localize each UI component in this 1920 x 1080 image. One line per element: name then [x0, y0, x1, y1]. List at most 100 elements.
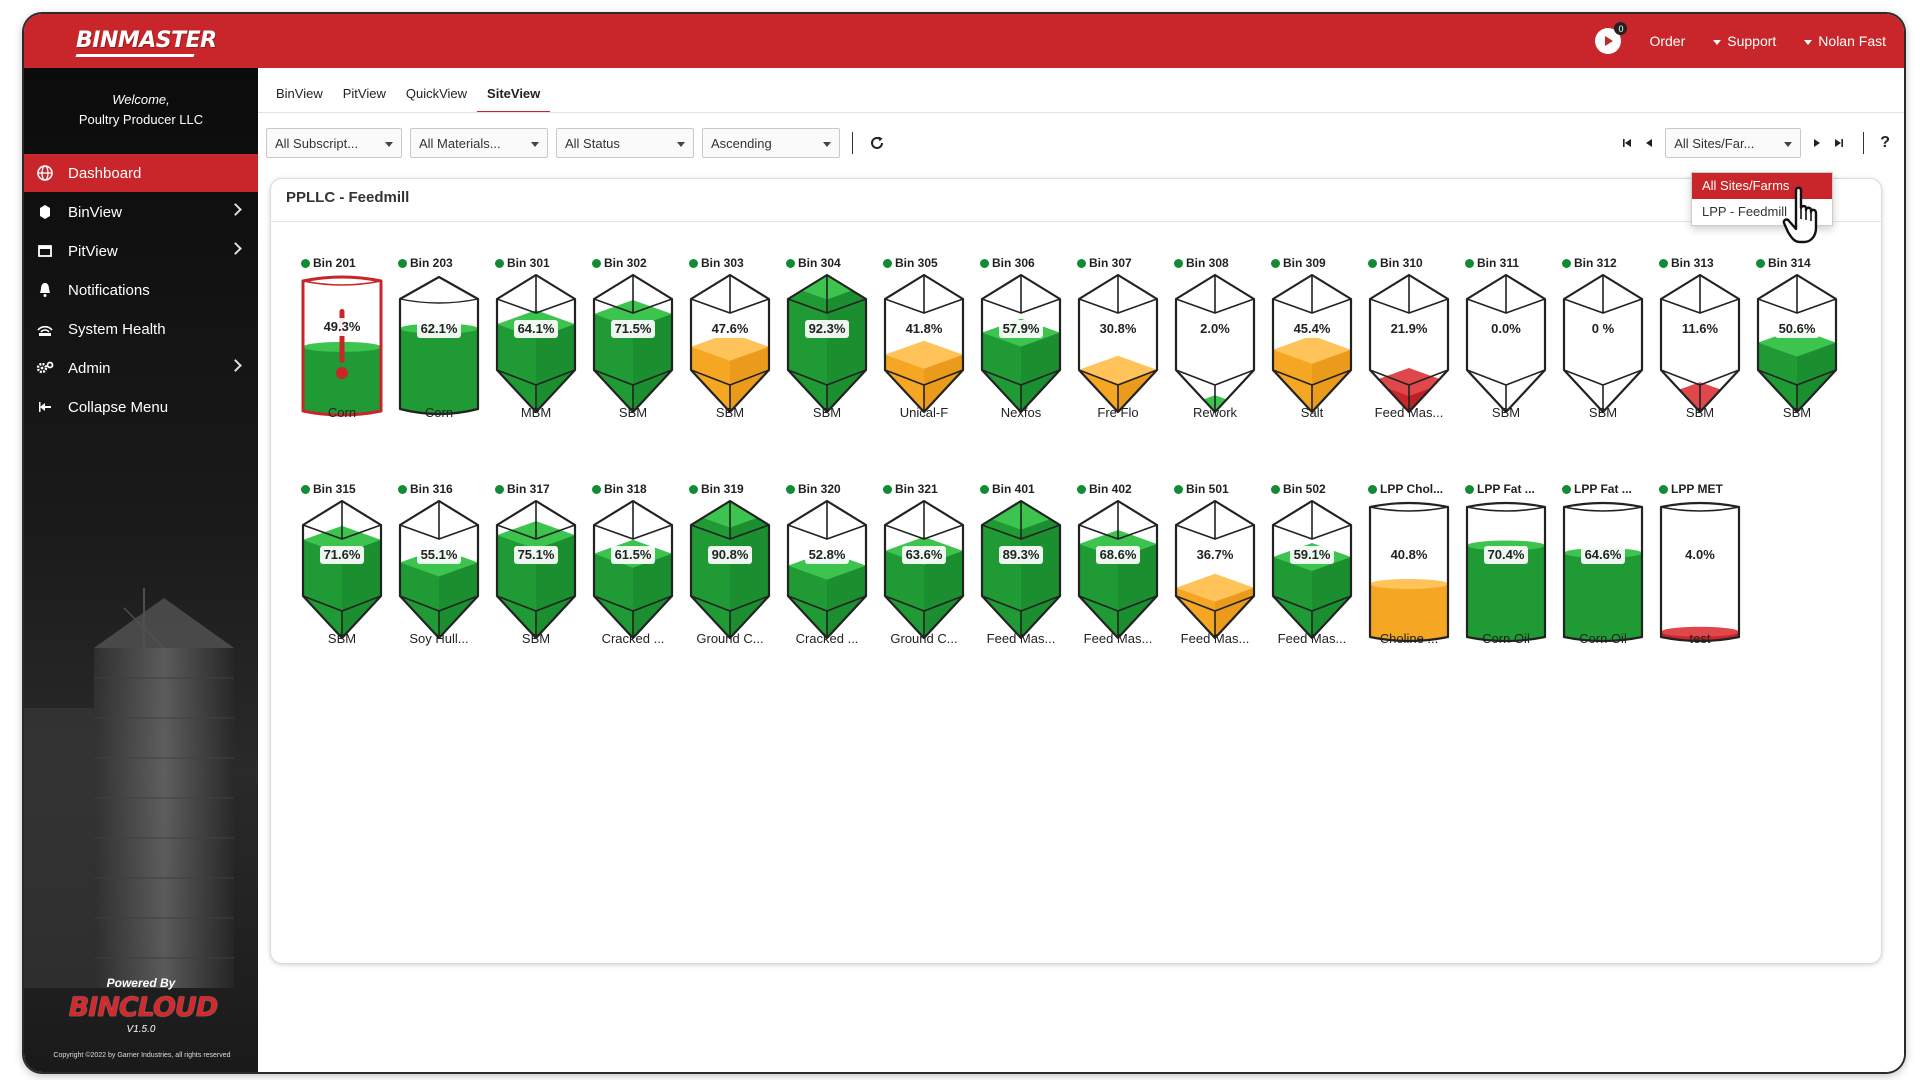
bin-level-label: 62.1% [421, 321, 458, 336]
bin-tile[interactable]: Bin 306 57.9% Nexfos [980, 255, 1062, 427]
bin-graphic: 70.4% [1465, 501, 1547, 643]
bin-material-label: Choline ... [1379, 631, 1439, 646]
bin-tile[interactable]: Bin 316 55.1% Soy Hull... [398, 481, 480, 653]
tab-quickview[interactable]: QuickView [396, 82, 477, 113]
bin-graphic: 64.1% [495, 273, 577, 414]
status-dot-icon [592, 258, 601, 268]
bin-tile[interactable]: Bin 313 11.6% SBM [1659, 255, 1741, 427]
status-dot-icon [1659, 258, 1668, 268]
bin-tile[interactable]: Bin 305 41.8% Unical-F [883, 255, 965, 427]
tab-binview[interactable]: BinView [266, 82, 333, 113]
bin-tile[interactable]: Bin 502 59.1% Feed Mas... [1271, 481, 1353, 653]
support-menu[interactable]: Support [1713, 33, 1776, 49]
sidebar-item-label: Dashboard [68, 164, 142, 182]
bin-name-label: Bin 311 [1477, 256, 1520, 270]
status-dot-icon [1077, 258, 1086, 268]
signal-icon [34, 318, 56, 340]
status-dot-icon [1368, 258, 1377, 268]
bin-level-label: 21.9% [1391, 321, 1428, 336]
sort-select-value: Ascending [711, 136, 772, 151]
welcome-greeting: Welcome, [112, 92, 170, 107]
subscription-select[interactable]: All Subscript... [266, 128, 402, 158]
bin-material-label: Feed Mas... [1083, 631, 1153, 646]
bin-tile[interactable]: LPP MET 4.0% test [1659, 481, 1741, 653]
bin-tile[interactable]: Bin 320 52.8% Cracked ... [786, 481, 868, 653]
tab-pitview[interactable]: PitView [333, 82, 396, 113]
status-dot-icon [1174, 258, 1183, 268]
last-page-icon[interactable] [1833, 136, 1845, 150]
bin-tile[interactable]: Bin 201 49.3% Corn [301, 255, 383, 427]
top-bar: BINMASTER 0 Order Support Nolan Fast [24, 14, 1904, 68]
previous-page-icon[interactable] [1643, 136, 1655, 150]
bin-tile[interactable]: LPP Fat ... 70.4% Corn Oil [1465, 481, 1547, 653]
bin-tile[interactable]: Bin 304 92.3% SBM [786, 255, 868, 427]
bin-name: Bin 301 [495, 255, 577, 271]
bin-name-label: Bin 301 [507, 256, 550, 270]
materials-select[interactable]: All Materials... [410, 128, 548, 158]
bin-name-label: Bin 305 [895, 256, 938, 270]
bin-tile[interactable]: Bin 308 2.0% Rework [1174, 255, 1256, 427]
bin-material-label: Corn Oil [1482, 631, 1530, 646]
bin-level-label: 90.8% [712, 547, 749, 562]
bin-tile[interactable]: Bin 401 89.3% Feed Mas... [980, 481, 1062, 653]
bin-name-label: Bin 319 [701, 482, 744, 496]
next-page-icon[interactable] [1811, 136, 1823, 150]
bin-name-label: Bin 306 [992, 256, 1035, 270]
sidebar-item-pitview[interactable]: PitView [24, 232, 258, 270]
bin-graphic: 40.8% [1368, 501, 1450, 643]
bin-level-label: 70.4% [1488, 547, 1525, 562]
bin-tile[interactable]: Bin 315 71.6% SBM [301, 481, 383, 653]
sort-select[interactable]: Ascending [702, 128, 840, 158]
sidebar-item-system-health[interactable]: System Health [24, 310, 258, 348]
sidebar-item-binview[interactable]: BinView [24, 193, 258, 231]
status-select[interactable]: All Status [556, 128, 694, 158]
bin-tile[interactable]: Bin 318 61.5% Cracked ... [592, 481, 674, 653]
sidebar-item-admin[interactable]: Admin [24, 349, 258, 387]
bin-level-label: 45.4% [1294, 321, 1331, 336]
sidebar-item-collapse-menu[interactable]: Collapse Menu [24, 388, 258, 426]
bin-tile[interactable]: Bin 301 64.1% MBM [495, 255, 577, 427]
refresh-icon[interactable] [867, 133, 887, 153]
bin-level-label: 41.8% [906, 321, 943, 336]
bin-name-label: Bin 307 [1089, 256, 1132, 270]
help-button[interactable]: ? [1880, 134, 1890, 152]
bin-tile[interactable]: Bin 310 21.9% Feed Mas... [1368, 255, 1450, 427]
site-pager: All Sites/Far... ? [1621, 128, 1890, 158]
bin-tile[interactable]: LPP Fat ... 64.6% Corn Oil [1562, 481, 1644, 653]
bin-tile[interactable]: Bin 302 71.5% SBM [592, 255, 674, 427]
site-select[interactable]: All Sites/Far... [1665, 128, 1802, 158]
user-menu[interactable]: Nolan Fast [1804, 33, 1886, 49]
bin-tile[interactable]: Bin 203 62.1% Corn [398, 255, 480, 427]
bin-level-label: 0.0% [1491, 321, 1521, 336]
main-content: BinView PitView QuickView SiteView All S… [258, 68, 1904, 1072]
bin-tile[interactable]: Bin 307 30.8% Fre Flo [1077, 255, 1159, 427]
bin-tile[interactable]: Bin 402 68.6% Feed Mas... [1077, 481, 1159, 653]
bin-tile[interactable]: Bin 311 0.0% SBM [1465, 255, 1547, 427]
bin-tile[interactable]: Bin 501 36.7% Feed Mas... [1174, 481, 1256, 653]
bin-tile[interactable]: Bin 314 50.6% SBM [1756, 255, 1838, 427]
status-dot-icon [883, 258, 892, 268]
sidebar-item-dashboard[interactable]: Dashboard [24, 154, 258, 192]
bin-graphic: 59.1% [1271, 499, 1353, 640]
bin-tile[interactable]: LPP Chol... 40.8% Choline ... [1368, 481, 1450, 653]
bin-tile[interactable]: Bin 312 0 % SBM [1562, 255, 1644, 427]
sidebar-item-label: Notifications [68, 281, 150, 299]
bin-tile[interactable]: Bin 303 47.6% SBM [689, 255, 771, 427]
notifications-button[interactable]: 0 [1595, 22, 1628, 54]
bin-name: Bin 318 [592, 481, 674, 497]
bin-tile[interactable]: Bin 321 63.6% Ground C... [883, 481, 965, 653]
bin-name: Bin 306 [980, 255, 1062, 271]
bin-material-label: test [1689, 631, 1711, 646]
bin-graphic: 90.8% [689, 499, 771, 640]
bin-material-label: Soy Hull... [409, 631, 469, 646]
bin-tile[interactable]: Bin 309 45.4% Salt [1271, 255, 1353, 427]
bin-tile[interactable]: Bin 319 90.8% Ground C... [689, 481, 771, 653]
tab-siteview[interactable]: SiteView [477, 82, 551, 113]
brand-logo[interactable]: BINMASTER [76, 28, 217, 53]
order-link[interactable]: Order [1649, 33, 1685, 49]
first-page-icon[interactable] [1621, 136, 1633, 150]
sidebar-item-label: BinView [68, 203, 122, 221]
bin-material-label: Salt [1300, 405, 1324, 420]
sidebar-item-notifications[interactable]: Notifications [24, 271, 258, 309]
bin-tile[interactable]: Bin 317 75.1% SBM [495, 481, 577, 653]
